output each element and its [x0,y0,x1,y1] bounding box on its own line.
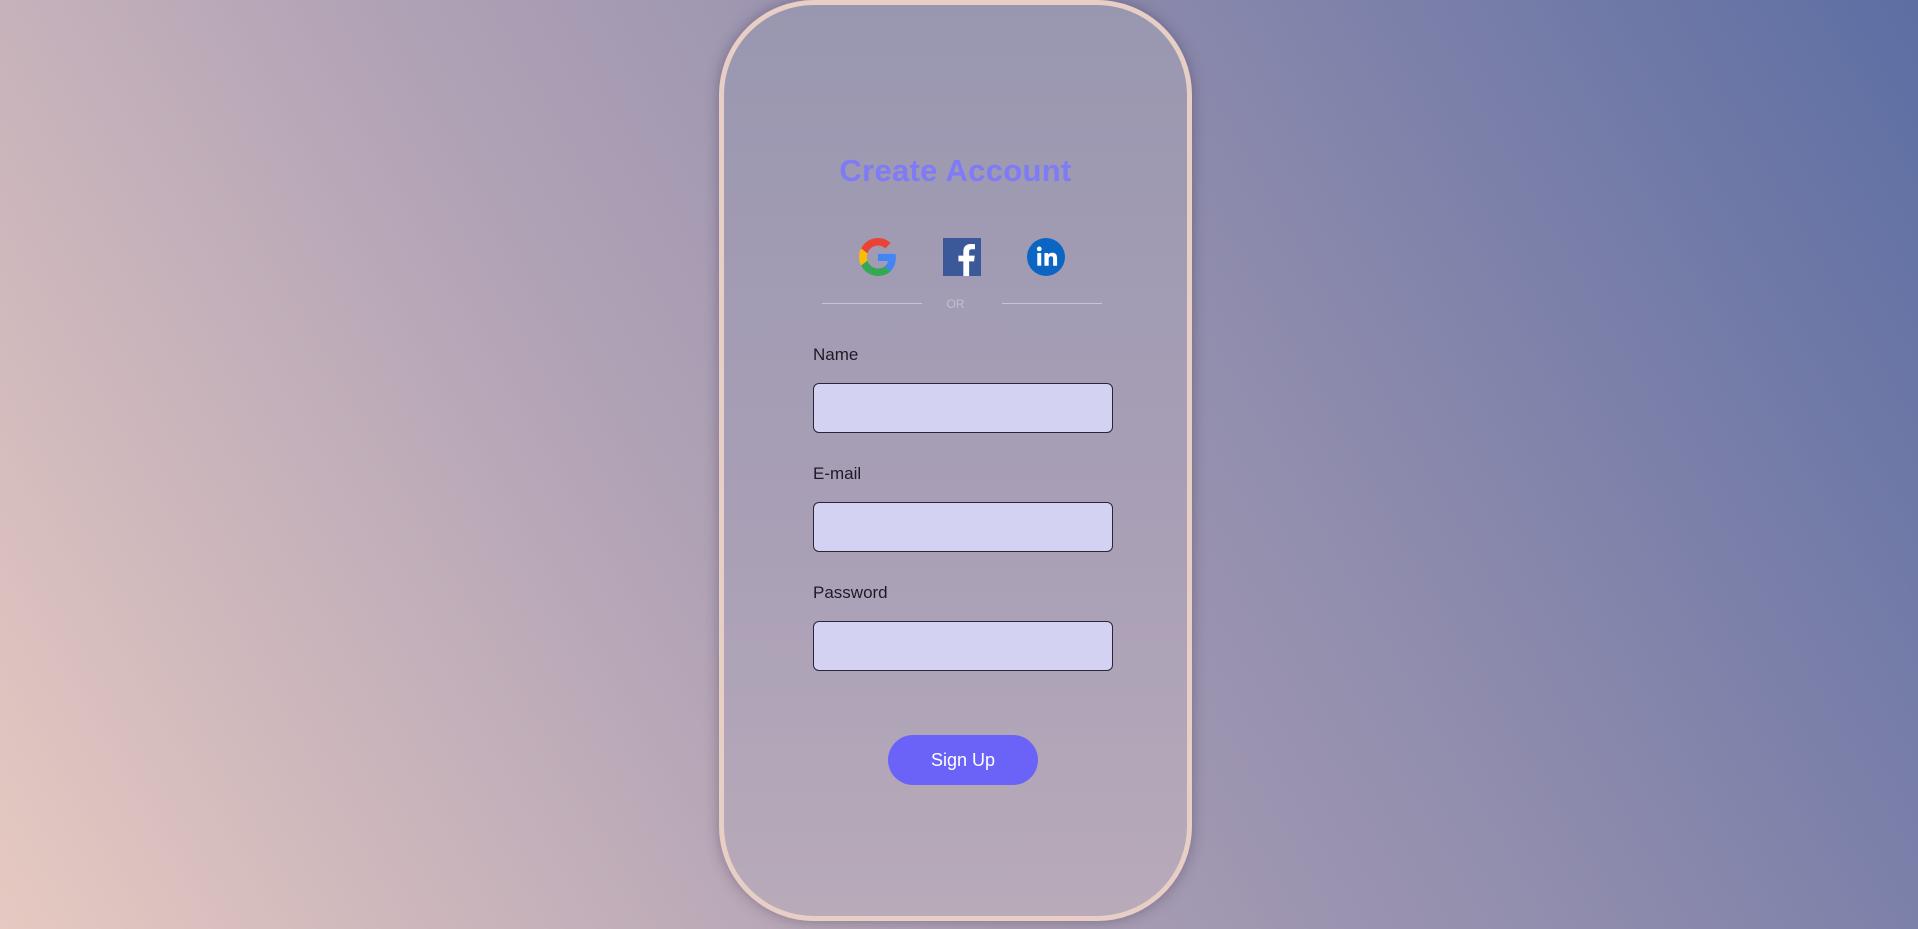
email-input[interactable] [813,502,1113,552]
name-input[interactable] [813,383,1113,433]
page-title: Create Account [839,153,1072,188]
password-label: Password [813,583,888,602]
sign-up-button[interactable]: Sign Up [888,735,1038,785]
linkedin-signin-button[interactable] [1027,238,1065,276]
name-label: Name [813,345,859,364]
google-icon [859,238,896,276]
google-signin-button[interactable] [859,238,897,276]
linkedin-icon [1027,238,1065,276]
facebook-icon [943,238,981,276]
signup-card: Create Account OR Name E-mail Password S… [719,0,1192,921]
divider-line-right [1002,303,1102,304]
password-input[interactable] [813,621,1113,671]
facebook-signin-button[interactable] [943,238,981,276]
email-label: E-mail [813,464,862,483]
divider-or: OR [946,297,965,311]
